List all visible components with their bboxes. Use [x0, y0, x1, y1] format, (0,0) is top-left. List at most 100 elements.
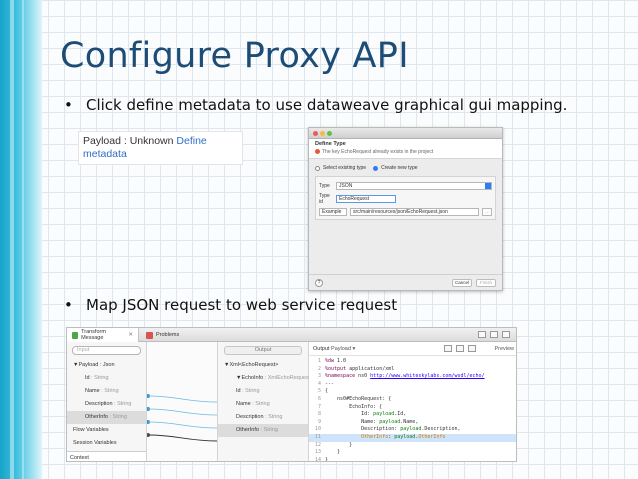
example-select[interactable]: Example	[319, 207, 347, 216]
tree-item[interactable]: Session Variables	[67, 437, 146, 450]
slide-accent-bar	[0, 0, 42, 479]
tab-problems[interactable]: Problems	[141, 328, 184, 342]
help-icon[interactable]: ?	[315, 279, 323, 287]
split-icon[interactable]	[456, 345, 464, 352]
line-number: 2	[317, 365, 321, 372]
bullet-map-json: • Map JSON request to web service request	[64, 296, 397, 314]
type-id-input[interactable]: EchoRequest	[336, 194, 396, 203]
line-number: 1	[317, 358, 321, 364]
type-label: Type	[319, 182, 330, 189]
warning-text: The key EchoRequest already exists in th…	[322, 149, 434, 155]
define-metadata-link-2[interactable]: metadata	[83, 148, 127, 160]
tree-item-type: : String	[242, 388, 260, 394]
tree-item[interactable]: Name : String	[67, 385, 146, 398]
code-line[interactable]: 3 %namespace ns0 http://www.whiteskylabs.…	[309, 373, 516, 381]
line-number: 6	[317, 395, 321, 402]
output-label: Output	[313, 346, 330, 352]
expand-icon[interactable]	[468, 345, 476, 352]
tab-transform-message[interactable]: Transform Message ✕	[67, 328, 139, 342]
tree-item-label: Description	[85, 401, 113, 407]
code-line[interactable]: 4 ---	[309, 381, 516, 389]
input-pane: Input ▼Payload : Json Id : String Name : S…	[67, 342, 147, 461]
tree-item[interactable]: Name : String	[218, 398, 308, 411]
radio-select-existing[interactable]	[315, 165, 320, 171]
dataweave-editor: Output Payload ▾ Preview 1 %dw 1.0 2 %outpu…	[309, 342, 516, 461]
code-line[interactable]: 7 EchoInfo: {	[309, 404, 516, 412]
code-line[interactable]: 1 %dw 1.0	[309, 358, 516, 366]
transform-icon	[72, 331, 79, 339]
example-path-input[interactable]: src/main/resources/json/EchoRequest.json	[350, 207, 479, 216]
line-number: 10	[314, 426, 321, 433]
accent-stripe-thin	[22, 0, 24, 479]
code-line[interactable]: 8 Id: payload.Id,	[309, 411, 516, 419]
mapping-lines	[147, 394, 217, 442]
preview-button[interactable]: Preview	[494, 342, 514, 356]
define-metadata-link[interactable]: Define	[176, 135, 206, 147]
zoom-window-icon[interactable]	[327, 131, 332, 136]
mapping-line-name[interactable]	[147, 408, 217, 416]
output-pane: Output ▼Xml<EchoRequest> ▼EchoInfo : XmlE…	[217, 342, 310, 461]
tree-item[interactable]: Id : String	[218, 385, 308, 398]
code-line[interactable]: 9 Name: payload.Name,	[309, 419, 516, 427]
type-id-label: Type id	[319, 192, 330, 205]
output-target-dropdown[interactable]: Payload ▾	[331, 346, 355, 352]
payload-unknown-label: Payload : Unknown	[83, 135, 174, 147]
code-line[interactable]: 5{	[309, 388, 516, 396]
code-line[interactable]: 13 }	[309, 449, 516, 457]
dialog-header: Define Type The key EchoRequest already …	[309, 139, 502, 159]
type-select[interactable]: JSON	[336, 181, 492, 190]
type-mode-radios: Select existing type Create new type	[315, 163, 496, 173]
minimize-icon[interactable]	[490, 331, 498, 338]
code-line[interactable]: 10 Description: payload.Description,	[309, 426, 516, 434]
tree-item[interactable]: Flow Variables	[67, 424, 146, 437]
close-icon[interactable]: ✕	[128, 332, 133, 338]
radio-create-new[interactable]	[373, 165, 379, 171]
type-select-value: JSON	[339, 182, 353, 189]
accent-stripe	[10, 0, 14, 479]
menu-icon[interactable]	[478, 331, 486, 338]
code-line[interactable]: 6 ns0#EchoRequest: {	[309, 395, 516, 404]
tree-item-type: : String	[91, 375, 109, 381]
panel-window-controls	[478, 331, 510, 338]
minimize-window-icon[interactable]	[320, 131, 325, 136]
finish-button[interactable]: Finish	[476, 279, 496, 287]
editor-toolbar: Output Payload ▾ Preview	[309, 342, 516, 356]
tree-item-label: Id	[236, 388, 241, 394]
tab-context[interactable]: Context	[67, 451, 146, 461]
cancel-button[interactable]: Cancel	[452, 279, 472, 287]
close-window-icon[interactable]	[313, 131, 318, 136]
dialog-warning: The key EchoRequest already exists in th…	[315, 149, 496, 155]
tree-item[interactable]: Description : String	[218, 411, 308, 424]
code-lines[interactable]: 1 %dw 1.0 2 %output application/xml 3 %namesp…	[309, 356, 516, 461]
output-tree: ▼Xml<EchoRequest> ▼EchoInfo : XmlEchoRequ…	[218, 359, 310, 437]
input-search-field[interactable]: Input	[72, 346, 141, 355]
code-line[interactable]: 2 %output application/xml	[309, 365, 516, 374]
code-line[interactable]: 11 OtherInfo: payload.OtherInfo	[309, 433, 516, 442]
tree-item-type: : String	[101, 388, 119, 394]
tree-item[interactable]: ▼Xml<EchoRequest>	[218, 359, 308, 372]
layout-icon[interactable]	[444, 345, 452, 352]
tree-item[interactable]: ▼Payload : Json	[67, 359, 146, 372]
mapping-canvas	[147, 342, 217, 461]
code-line[interactable]: 12 }	[309, 442, 516, 450]
tree-item-label: Session Variables	[73, 440, 117, 446]
mapping-line-otherinfo[interactable]	[147, 434, 217, 442]
dialog-body: Select existing type Create new type Typ…	[309, 159, 502, 224]
tree-item[interactable]: ▼EchoInfo : XmlEchoRequest	[218, 372, 310, 385]
tree-item[interactable]: Description : String	[67, 398, 146, 411]
tree-item-type: : String	[109, 414, 127, 420]
tree-item[interactable]: OtherInfo : String	[218, 424, 308, 437]
dialog-titlebar	[309, 128, 502, 139]
type-settings-group: Type JSON Type id EchoRequest Example sr…	[315, 176, 496, 220]
tree-item-type: : String	[114, 401, 132, 407]
code-line[interactable]: 14}	[309, 457, 516, 461]
maximize-icon[interactable]	[502, 331, 510, 338]
browse-button[interactable]: ...	[482, 207, 492, 216]
tree-item-label: ▼Payload : Json	[73, 362, 115, 368]
mapping-line-id[interactable]	[147, 395, 217, 403]
tree-item[interactable]: OtherInfo : String	[67, 411, 146, 424]
mapping-line-description[interactable]	[147, 421, 217, 429]
line-number: 3	[317, 373, 321, 380]
tree-item[interactable]: Id : String	[67, 372, 146, 385]
tree-item-label: OtherInfo	[236, 427, 259, 433]
